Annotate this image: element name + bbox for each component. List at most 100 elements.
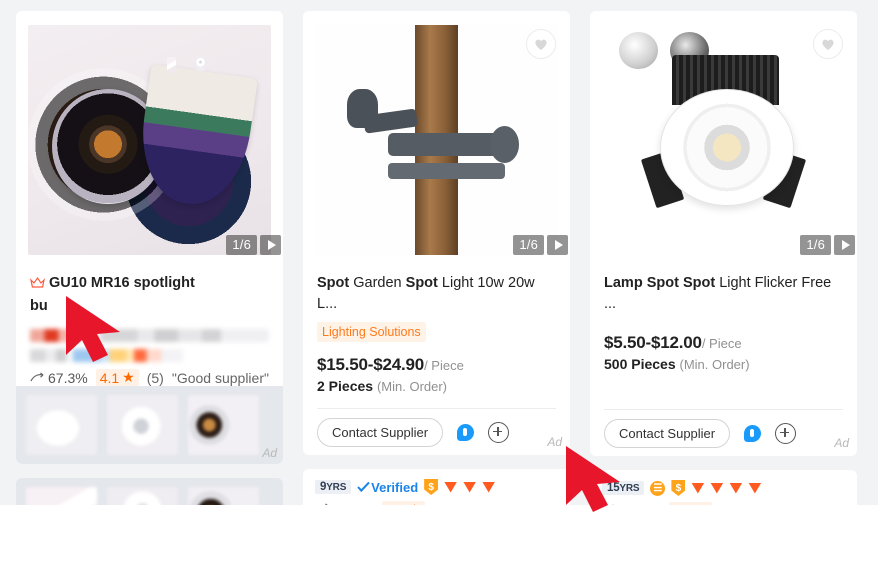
- title-part: Spot: [317, 275, 354, 291]
- thumbnail-item[interactable]: [188, 395, 259, 455]
- product-price-2: $15.50-$24.90/ Piece: [317, 355, 556, 375]
- ship-rate-value-2: 89.7%: [334, 502, 374, 506]
- category-tag-2[interactable]: Lighting Solutions: [317, 322, 426, 342]
- redacted-line-1: [30, 329, 269, 342]
- image-counter: 1/6: [800, 235, 831, 255]
- rating-score-3: 5.0 ★: [668, 502, 712, 505]
- star-icon: ★: [695, 502, 708, 505]
- supplier-info-3[interactable]: 15YRS ☰ $ 76.9% 5.0 ★: [590, 470, 857, 505]
- review-quote-1: "Good supplier": [171, 369, 269, 386]
- supplier-info-2[interactable]: 9YRS Verified $ 89.7%: [303, 469, 570, 505]
- product-image-2[interactable]: 1/6: [303, 11, 570, 269]
- review-count-2: (8): [433, 502, 450, 506]
- product-card-1[interactable]: 1/6 GU10 MR16 spotlight bu 67.3% 4.1 ★ (…: [16, 11, 283, 464]
- min-order-3: 500 Pieces (Min. Order): [604, 356, 843, 372]
- play-icon[interactable]: [834, 235, 855, 255]
- supplier-rating-1: 67.3% 4.1 ★ (5) "Good supplier": [30, 369, 269, 386]
- thumbnail-item[interactable]: [107, 395, 178, 455]
- search-results-page: 1/6 GU10 MR16 spotlight bu 67.3% 4.1 ★ (…: [0, 0, 878, 505]
- ship-rate-value-1: 67.3%: [48, 369, 88, 386]
- years-badge-3: 15YRS: [602, 481, 645, 495]
- delivery-icon: [30, 372, 44, 381]
- favorite-heart-icon[interactable]: [526, 29, 556, 59]
- card-actions-2: Contact Supplier: [317, 409, 556, 455]
- title-part: Lamp Spot Spot: [604, 275, 720, 291]
- chevron-rank-icon: [710, 482, 724, 494]
- supplier-rating-3: 76.9% 5.0 ★ (5) "Fast shippin...: [602, 502, 845, 505]
- thumbnail-item[interactable]: [26, 487, 97, 505]
- thumbnail-strip-next[interactable]: [16, 478, 283, 505]
- chat-icon[interactable]: [744, 424, 762, 442]
- contact-supplier-button-3[interactable]: Contact Supplier: [604, 418, 731, 448]
- delivery-icon: [322, 503, 329, 505]
- product-title-1[interactable]: GU10 MR16 spotlight bu: [30, 273, 269, 317]
- rating-score-1: 4.1 ★: [95, 369, 139, 386]
- product-card-2[interactable]: 1/6 Spot Garden Spot Light 10w 20w L... …: [303, 11, 570, 455]
- product-column-1: 1/6 GU10 MR16 spotlight bu 67.3% 4.1 ★ (…: [16, 11, 283, 505]
- chat-icon[interactable]: [457, 423, 475, 441]
- play-icon[interactable]: [547, 235, 568, 255]
- redacted-price-block: [30, 329, 269, 362]
- moq-qty-2: 2 Pieces: [317, 378, 374, 394]
- moq-qty-3: 500 Pieces: [604, 356, 676, 372]
- ship-rate-value-3: 76.9%: [621, 503, 661, 506]
- redacted-line-2: [30, 349, 183, 362]
- favorite-heart-icon[interactable]: [813, 29, 843, 59]
- supplier-badges-2: 9YRS Verified $: [315, 478, 558, 496]
- thumbnail-item[interactable]: [26, 395, 97, 455]
- ad-label-2: Ad: [547, 435, 562, 449]
- years-badge-2: 9YRS: [315, 480, 352, 494]
- review-quote-3: "Fast shippin...: [745, 503, 837, 506]
- star-icon: ★: [408, 501, 421, 505]
- product-title-cont: bu: [30, 298, 48, 314]
- supplier-rating-2: 89.7% 5.0 ★ (8) "Great service...: [315, 501, 558, 505]
- shield-dollar-icon: $: [424, 479, 439, 495]
- product-image-3[interactable]: 1/6: [590, 11, 857, 269]
- verified-badge-2: Verified: [357, 480, 418, 495]
- rating-score-2: 5.0 ★: [381, 501, 425, 505]
- contact-supplier-button-2[interactable]: Contact Supplier: [317, 417, 444, 447]
- product-card-next-partial[interactable]: [16, 478, 283, 505]
- chevron-rank-icon: [691, 482, 705, 494]
- product-price-3: $5.50-$12.00/ Piece: [604, 333, 843, 353]
- supplier-badges-3: 15YRS ☰ $: [602, 479, 845, 497]
- product-card-3[interactable]: 1/6 Lamp Spot Spot Light Flicker Free ..…: [590, 11, 857, 456]
- product-grid: 1/6 GU10 MR16 spotlight bu 67.3% 4.1 ★ (…: [16, 11, 878, 505]
- play-icon[interactable]: [260, 235, 281, 255]
- thumbnail-item[interactable]: [107, 487, 178, 505]
- chevron-rank-icon: [482, 481, 496, 493]
- product-title-3[interactable]: Lamp Spot Spot Light Flicker Free ...: [604, 273, 843, 315]
- check-icon: [357, 481, 370, 493]
- product-column-2: 1/6 Spot Garden Spot Light 10w 20w L... …: [303, 11, 570, 505]
- plus-circle-icon[interactable]: [775, 422, 797, 444]
- title-part: Spot: [405, 275, 442, 291]
- card-actions-3: Contact Supplier: [604, 410, 843, 456]
- thumbnail-strip-1[interactable]: Ad: [16, 386, 283, 464]
- min-order-2: 2 Pieces (Min. Order): [317, 378, 556, 394]
- medal-icon: ☰: [650, 480, 666, 496]
- product-title-2[interactable]: Spot Garden Spot Light 10w 20w L...: [317, 273, 556, 315]
- plus-circle-icon[interactable]: [488, 421, 510, 443]
- moq-label-2: (Min. Order): [376, 379, 448, 394]
- price-value-2: $15.50-$24.90: [317, 355, 425, 374]
- crown-icon: [30, 275, 45, 296]
- image-counter: 1/6: [226, 235, 257, 255]
- star-icon: ★: [122, 369, 135, 385]
- price-unit-3: / Piece: [701, 336, 742, 351]
- shield-dollar-icon: $: [671, 480, 686, 496]
- ship-rate-1: 67.3%: [30, 370, 88, 386]
- ship-rate-3: 76.9%: [602, 503, 661, 506]
- chevron-rank-icon: [729, 482, 743, 494]
- ad-label-1: Ad: [262, 446, 277, 460]
- chevron-rank-icon: [748, 482, 762, 494]
- title-part: Garden: [353, 275, 406, 291]
- image-counter: 1/6: [513, 235, 544, 255]
- price-unit-2: / Piece: [424, 358, 464, 373]
- review-count-1: (5): [146, 369, 164, 386]
- review-quote-2: "Great service...: [458, 502, 558, 506]
- product-title-main: GU10 MR16 spotlight: [49, 275, 195, 291]
- thumbnail-item[interactable]: [188, 487, 259, 505]
- ad-label-3: Ad: [834, 436, 849, 450]
- product-image-1[interactable]: 1/6: [16, 11, 283, 269]
- chevron-rank-icon: [444, 481, 458, 493]
